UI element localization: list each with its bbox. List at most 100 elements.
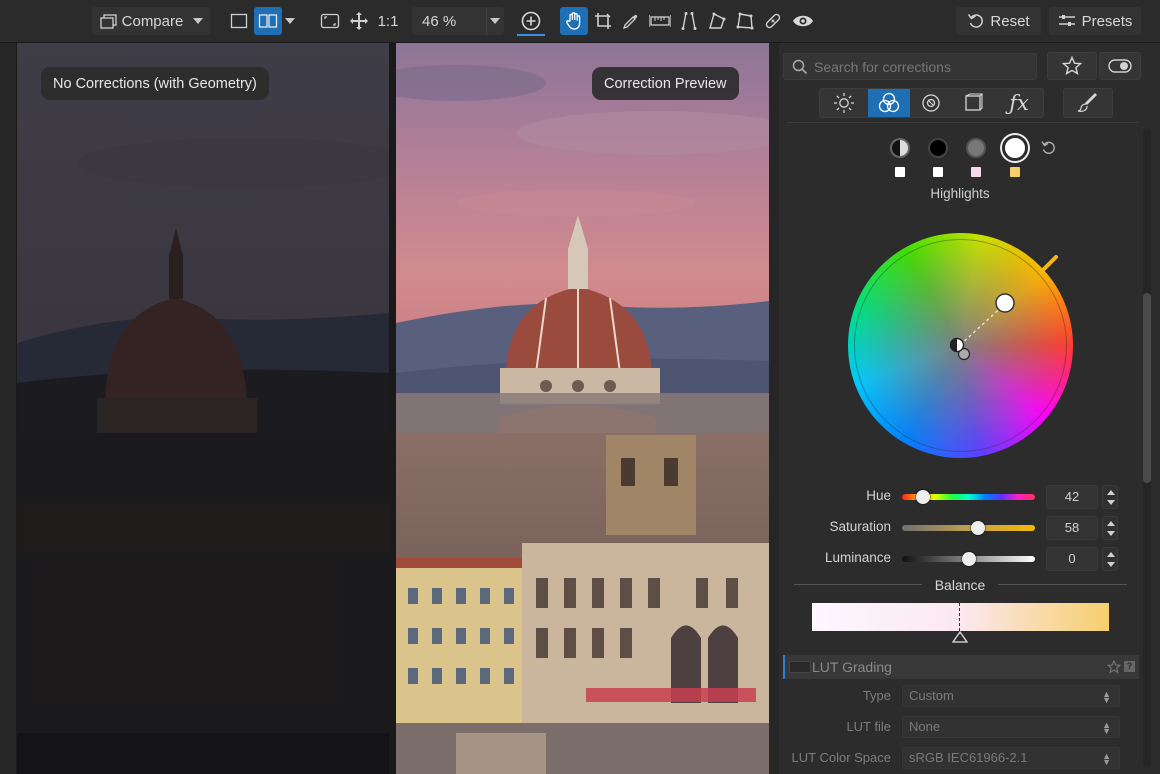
- lut-file-label: LUT file: [846, 719, 891, 734]
- luminance-value-field[interactable]: 0: [1046, 547, 1098, 571]
- white-balance-picker[interactable]: [618, 7, 644, 35]
- tab-detail[interactable]: [910, 89, 952, 117]
- undo-icon: [968, 14, 984, 28]
- right-edge-strip: [769, 43, 779, 774]
- panel-divider: [787, 122, 1139, 123]
- reset-tone-icon[interactable]: [1040, 139, 1058, 157]
- saturation-slider-knob[interactable]: [971, 521, 985, 535]
- zoom-100-button[interactable]: 1:1: [374, 7, 402, 35]
- shadows-tone-button[interactable]: [928, 138, 948, 158]
- highlights-tone-button[interactable]: [1002, 135, 1028, 161]
- scrollbar-thumb[interactable]: [1143, 293, 1151, 483]
- split-view-icon: [258, 14, 278, 28]
- midtones-tone-button[interactable]: [966, 138, 986, 158]
- lut-type-label: Type: [862, 688, 891, 703]
- pan-button[interactable]: [346, 7, 372, 35]
- luminance-slider-knob[interactable]: [962, 552, 976, 566]
- after-pane[interactable]: Correction Preview: [396, 43, 769, 774]
- presets-label: Presets: [1081, 12, 1133, 30]
- lut-color-space-select[interactable]: sRGB IEC61966-2.1 ▲ ▼: [902, 747, 1120, 769]
- saturation-value-field[interactable]: 58: [1046, 516, 1098, 540]
- preview-toggle[interactable]: [788, 7, 818, 35]
- move-arrows-icon: [350, 12, 368, 30]
- lut-type-value: Custom: [909, 688, 954, 703]
- lut-favorite-icon[interactable]: [1106, 659, 1122, 677]
- eyedropper-icon: [622, 14, 638, 30]
- left-edge-strip: [0, 43, 17, 774]
- search-input[interactable]: [814, 58, 1024, 76]
- straighten-icon: [649, 15, 671, 27]
- color-wheel-overlay: [854, 239, 1067, 452]
- rectangle-perspective-tool[interactable]: [732, 7, 758, 35]
- view-mode-dropdown[interactable]: [282, 7, 298, 35]
- hand-tool[interactable]: [560, 7, 588, 35]
- horizontal-perspective-tool[interactable]: [704, 7, 730, 35]
- zoom-level-dropdown[interactable]: 46 %: [412, 7, 504, 35]
- saturation-slider-track[interactable]: [902, 525, 1035, 531]
- shadows-swatch: [933, 167, 943, 177]
- lut-enable-toggle[interactable]: [789, 661, 811, 673]
- vertical-perspective-tool[interactable]: [676, 7, 702, 35]
- sun-icon: [834, 93, 854, 113]
- toggle-icon: [1108, 59, 1132, 73]
- chevron-down-icon: [285, 18, 295, 24]
- straighten-tool[interactable]: [646, 7, 674, 35]
- help-icon[interactable]: ?: [1124, 661, 1135, 672]
- image-viewer[interactable]: No Corrections (with Geometry) Correctio…: [0, 43, 779, 774]
- saturation-stepper[interactable]: [1102, 516, 1118, 540]
- perspective-vertical-icon: [681, 12, 697, 30]
- panel-toggle-button[interactable]: [1099, 52, 1141, 80]
- perspective-rect-icon: [736, 12, 754, 30]
- top-toolbar: Compare 1:1 46 % Reset Presets: [0, 0, 1160, 43]
- local-adjustments-button[interactable]: [1063, 88, 1113, 118]
- select-arrows-icon: ▲ ▼: [1102, 751, 1111, 767]
- favorites-button[interactable]: [1047, 52, 1097, 80]
- tab-geometry[interactable]: [952, 89, 994, 117]
- panel-scrollbar[interactable]: [1143, 128, 1151, 768]
- wheel-handle[interactable]: [995, 293, 1015, 313]
- perspective-horizontal-icon: [709, 12, 726, 29]
- sliders-icon: [1058, 15, 1075, 26]
- split-view-button[interactable]: [254, 7, 282, 35]
- hue-stepper[interactable]: [1102, 485, 1118, 509]
- before-pane[interactable]: No Corrections (with Geometry): [17, 43, 389, 774]
- crop-icon: [595, 13, 611, 29]
- hue-value-field[interactable]: 42: [1046, 485, 1098, 509]
- hue-slider-knob[interactable]: [916, 490, 930, 504]
- single-view-icon: [230, 13, 248, 29]
- crop-tool[interactable]: [590, 7, 616, 35]
- lut-file-select[interactable]: None ▲ ▼: [902, 716, 1120, 738]
- repair-tool[interactable]: [760, 7, 786, 35]
- geometry-icon: [965, 93, 983, 111]
- global-tone-button[interactable]: [890, 138, 910, 158]
- balance-midpoint-line: [959, 603, 960, 631]
- presets-button[interactable]: Presets: [1049, 7, 1141, 35]
- compare-icon: [99, 14, 117, 29]
- tab-color[interactable]: [868, 89, 910, 117]
- compare-label: Compare: [121, 12, 184, 30]
- balance-rule-left: [794, 584, 922, 585]
- midtones-swatch: [971, 167, 981, 177]
- lut-type-select[interactable]: Custom ▲ ▼: [902, 685, 1120, 707]
- brush-icon: [1077, 93, 1097, 112]
- fit-view-button[interactable]: [316, 7, 344, 35]
- tab-light[interactable]: [823, 89, 865, 117]
- search-icon: [792, 59, 808, 75]
- luminance-stepper[interactable]: [1102, 547, 1118, 571]
- before-label: No Corrections (with Geometry): [41, 67, 269, 100]
- star-icon: [1062, 56, 1082, 76]
- tab-effects[interactable]: ƒx: [998, 89, 1040, 117]
- compare-dropdown[interactable]: Compare: [92, 7, 210, 35]
- chevron-down-icon: [193, 18, 204, 24]
- split-divider[interactable]: [389, 43, 396, 774]
- balance-gradient-bar[interactable]: [812, 603, 1109, 631]
- zoom-in-tool[interactable]: [517, 7, 545, 35]
- luminance-label: Luminance: [824, 550, 891, 565]
- reset-button[interactable]: Reset: [956, 7, 1041, 35]
- chevron-down-icon: [490, 18, 500, 24]
- reset-label: Reset: [990, 12, 1030, 30]
- single-view-button[interactable]: [226, 7, 252, 35]
- balance-label: Balance: [934, 577, 986, 593]
- balance-handle[interactable]: [952, 631, 968, 643]
- eye-icon: [793, 15, 813, 27]
